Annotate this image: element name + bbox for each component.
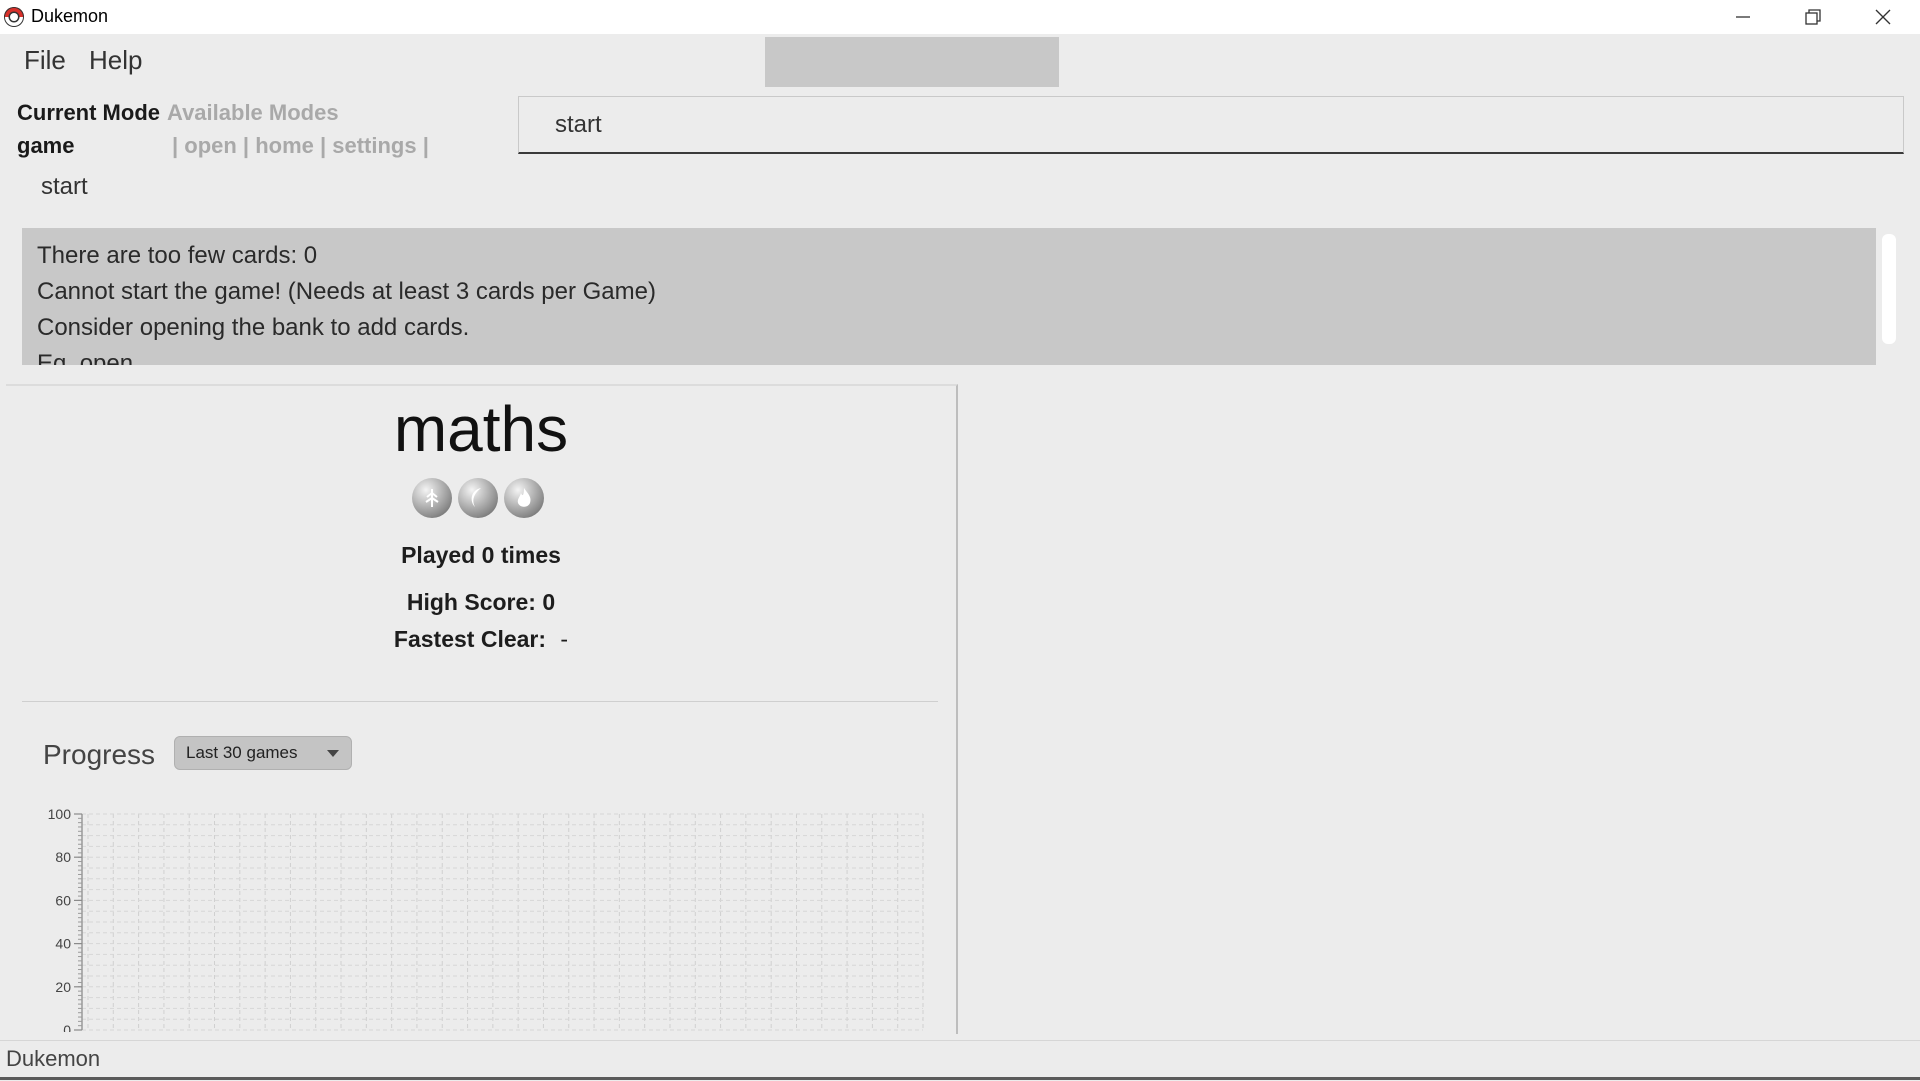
- current-mode-heading: Current Mode: [17, 100, 160, 125]
- fastest-clear: Fastest Clear: -: [6, 626, 956, 653]
- grass-type-icon: [412, 478, 452, 518]
- restore-button[interactable]: [1778, 0, 1848, 34]
- deck-title: maths: [393, 393, 569, 465]
- progress-chart: 100 80 60 40 20 0: [48, 806, 924, 1032]
- result-line: Eg. open: [37, 350, 134, 365]
- y-axis-tick-label: 0: [63, 1022, 71, 1032]
- menu-file[interactable]: File: [24, 45, 66, 76]
- type-icons: [412, 478, 552, 524]
- last-command-text: start: [41, 173, 88, 200]
- progress-range-select[interactable]: Last 30 games: [174, 736, 352, 770]
- y-axis-tick-label: 20: [55, 979, 71, 995]
- minimize-icon: [1736, 16, 1750, 18]
- result-line: There are too few cards: 0: [37, 242, 318, 269]
- menu-help[interactable]: Help: [89, 45, 142, 76]
- status-text: Dukemon: [6, 1046, 101, 1071]
- result-line: Consider opening the bank to add cards.: [37, 314, 470, 341]
- chevron-down-icon: [327, 750, 339, 757]
- title-bar: [0, 0, 1920, 34]
- result-display[interactable]: There are too few cards: 0 Cannot start …: [22, 228, 1876, 365]
- status-bar: [0, 1040, 1920, 1081]
- progress-range-value: Last 30 games: [186, 743, 298, 762]
- y-axis-tick-label: 80: [55, 849, 71, 865]
- panel-divider: [22, 701, 938, 702]
- fire-type-icon: [504, 478, 544, 518]
- close-button[interactable]: [1848, 0, 1918, 34]
- close-icon: [1875, 9, 1891, 25]
- result-scrollbar[interactable]: [1882, 234, 1896, 344]
- high-score: High Score: 0: [406, 589, 556, 615]
- right-panel: [958, 384, 1920, 1032]
- fastest-clear-value: -: [560, 626, 569, 652]
- fastest-clear-label: Fastest Clear:: [393, 626, 547, 652]
- y-axis-tick-label: 40: [55, 936, 71, 952]
- y-axis-tick-label: 100: [48, 806, 72, 822]
- available-modes-heading: Available Modes: [167, 100, 339, 125]
- current-mode-value: game: [17, 133, 75, 158]
- available-modes-list: | open | home | settings |: [172, 133, 429, 158]
- water-type-icon: [458, 478, 498, 518]
- command-input[interactable]: [519, 97, 1903, 152]
- played-count: Played 0 times: [401, 542, 561, 568]
- restore-icon: [1805, 9, 1821, 25]
- y-axis-tick-label: 60: [55, 892, 71, 908]
- command-box: [518, 96, 1904, 154]
- progress-label: Progress: [43, 739, 156, 770]
- window-title: Dukemon: [31, 6, 109, 26]
- minimize-button[interactable]: [1708, 0, 1778, 34]
- toolbar-placeholder: [765, 37, 1059, 87]
- result-line: Cannot start the game! (Needs at least 3…: [37, 278, 656, 305]
- pokeball-app-icon: [4, 7, 24, 27]
